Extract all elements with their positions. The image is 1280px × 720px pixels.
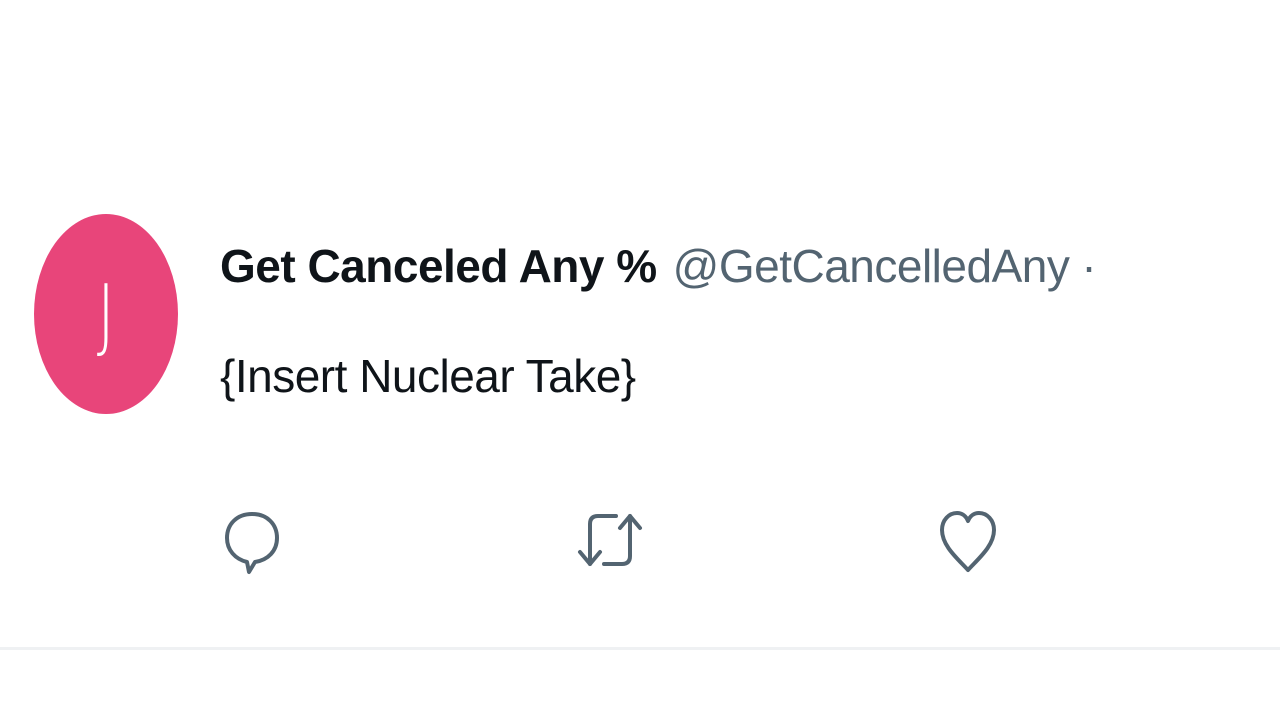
reply-icon (225, 512, 279, 574)
divider (0, 647, 1280, 650)
heart-icon (940, 511, 996, 572)
avatar[interactable]: J (34, 214, 178, 414)
tweet-text: {Insert Nuclear Take} (220, 350, 636, 402)
reply-button[interactable] (214, 500, 290, 580)
like-button[interactable] (930, 500, 1006, 580)
separator-dot: · (1081, 240, 1097, 292)
user-handle[interactable]: @GetCancelledAny (673, 243, 1070, 289)
display-name[interactable]: Get Canceled Any % (220, 243, 657, 289)
avatar-initial: J (96, 265, 116, 361)
tweet-page: J Get Canceled Any % @GetCancelledAny · … (0, 0, 1280, 720)
tweet-header: Get Canceled Any % @GetCancelledAny · (220, 226, 1097, 306)
retweet-button[interactable] (572, 500, 648, 580)
retweet-icon (578, 514, 642, 566)
